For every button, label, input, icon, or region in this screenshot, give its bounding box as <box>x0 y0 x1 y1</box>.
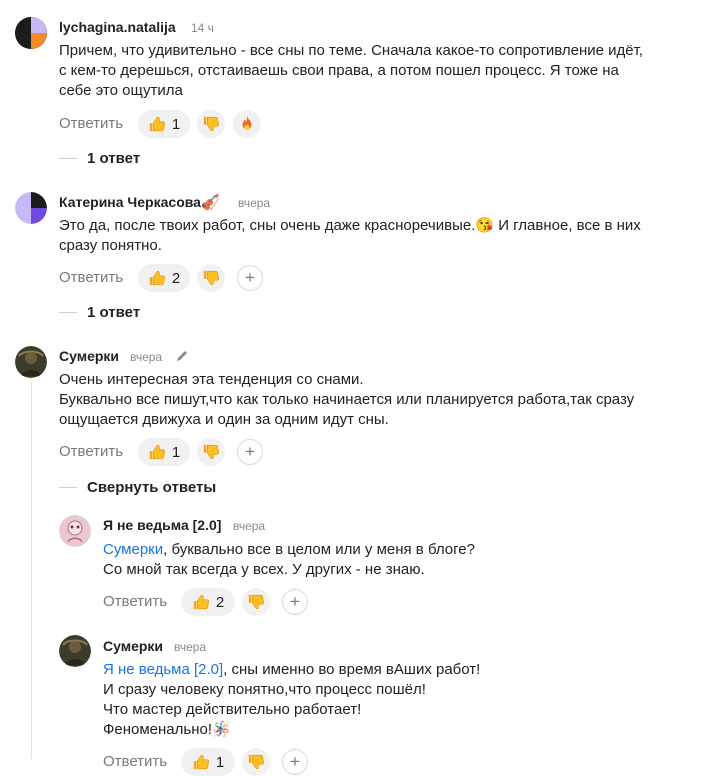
dislike-button[interactable] <box>242 748 270 776</box>
thumbs-up-icon <box>192 593 210 611</box>
thumbs-up-icon <box>148 269 166 287</box>
comment-time: 14 ч <box>191 21 214 35</box>
show-replies-button[interactable]: 1 ответ <box>87 304 140 321</box>
avatar-image <box>15 192 47 224</box>
comment-line: себе это ощутила <box>59 82 183 99</box>
dislike-button[interactable] <box>242 588 270 616</box>
thumbs-up-icon <box>192 753 210 771</box>
avatar[interactable] <box>59 515 91 547</box>
reply-line: Со мной так всегда у всех. У других - не… <box>103 561 425 578</box>
reply-button[interactable]: Ответить <box>59 269 123 286</box>
comment-line: Причем, что удивительно - все сны по тем… <box>59 42 643 59</box>
avatar-image <box>59 515 91 547</box>
thread-divider <box>59 487 77 488</box>
reply-line: Феноменально!🪅 <box>103 721 231 738</box>
dislike-button[interactable] <box>197 264 225 292</box>
reply-line: И сразу человеку понятно,что процесс пош… <box>103 681 426 698</box>
pencil-icon <box>177 351 187 361</box>
comment-text: Причем, что удивительно - все сны по тем… <box>59 41 709 101</box>
reply-time: вчера <box>174 640 207 654</box>
add-reaction-button[interactable]: + <box>237 439 263 465</box>
reply-text: Сумерки, буквально все в целом или у мен… <box>103 540 703 580</box>
reply-text: Я не ведьма [2.0], сны именно во время в… <box>103 660 703 740</box>
comment-author[interactable]: lychagina.natalija <box>59 19 176 35</box>
collapse-replies-button[interactable]: Свернуть ответы <box>87 479 216 496</box>
mention-link[interactable]: Сумерки <box>103 541 163 558</box>
like-button[interactable]: 1 <box>181 748 235 776</box>
comment-line: с кем-то дерешься, отстаиваешь свои прав… <box>59 62 619 79</box>
like-button[interactable]: 1 <box>138 438 190 466</box>
thumbs-down-icon <box>202 115 220 133</box>
mention-link[interactable]: Я не ведьма [2.0] <box>103 661 223 678</box>
reply-button[interactable]: Ответить <box>59 115 123 132</box>
comment-line: ощущается движуха и один за одним идут с… <box>59 411 389 428</box>
plus-icon: + <box>290 592 300 611</box>
reply-line-rest: , буквально все в целом или у меня в бло… <box>163 541 475 558</box>
add-reaction-button[interactable]: + <box>237 265 263 291</box>
comment-time: вчера <box>130 350 163 364</box>
reply-author[interactable]: Я не ведьма [2.0] <box>103 517 221 533</box>
reply-button[interactable]: Ответить <box>59 443 123 460</box>
like-count: 1 <box>171 115 181 133</box>
comment-author[interactable]: Катерина Черкасова🎻 <box>59 194 220 210</box>
comment-line: сразу понятно. <box>59 237 162 254</box>
reply-author[interactable]: Сумерки <box>103 638 163 654</box>
reply-button[interactable]: Ответить <box>103 753 167 770</box>
thumbs-up-icon <box>148 443 166 461</box>
comment-time: вчера <box>238 196 271 210</box>
add-reaction-button[interactable]: + <box>282 589 308 615</box>
comment-line: Это да, после твоих работ, сны очень даж… <box>59 217 641 234</box>
avatar[interactable] <box>59 635 91 667</box>
avatar-image <box>15 346 47 378</box>
violin-icon: 🎻 <box>200 194 220 211</box>
comment-line: Буквально все пишут,что как только начин… <box>59 391 635 408</box>
avatar[interactable] <box>15 17 47 49</box>
comment-text: Очень интересная эта тенденция со снами.… <box>59 370 709 430</box>
dislike-button[interactable] <box>197 438 225 466</box>
plus-icon: + <box>245 268 255 287</box>
fire-icon <box>238 115 256 133</box>
thumbs-down-icon <box>247 753 265 771</box>
thread-divider <box>59 158 77 159</box>
like-count: 2 <box>171 269 181 287</box>
thumbs-up-icon <box>148 115 166 133</box>
avatar-image <box>59 635 91 667</box>
comment-author[interactable]: Сумерки <box>59 348 119 364</box>
like-count: 1 <box>215 753 225 771</box>
thumbs-down-icon <box>247 593 265 611</box>
thread-divider <box>59 312 77 313</box>
avatar-image <box>15 17 47 49</box>
reply-line-rest: , сны именно во время вАших работ! <box>223 661 481 678</box>
avatar[interactable] <box>15 192 47 224</box>
reply-line: Что мастер действительно работает! <box>103 701 362 718</box>
like-count: 2 <box>215 593 225 611</box>
thumbs-down-icon <box>202 269 220 287</box>
reply-line: Я не ведьма [2.0], сны именно во время в… <box>103 660 703 680</box>
plus-icon: + <box>290 752 300 771</box>
reply-button[interactable]: Ответить <box>103 593 167 610</box>
thread-line <box>31 382 32 759</box>
comment-text: Это да, после твоих работ, сны очень даж… <box>59 216 709 256</box>
show-replies-button[interactable]: 1 ответ <box>87 150 140 167</box>
like-button[interactable]: 2 <box>138 264 190 292</box>
fire-reaction-button[interactable] <box>233 110 261 138</box>
comment-line: Очень интересная эта тенденция со снами. <box>59 371 364 388</box>
thumbs-down-icon <box>202 443 220 461</box>
dislike-button[interactable] <box>197 110 225 138</box>
like-button[interactable]: 1 <box>138 110 190 138</box>
reply-time: вчера <box>233 519 266 533</box>
reply-line: Сумерки, буквально все в целом или у мен… <box>103 540 703 560</box>
like-button[interactable]: 2 <box>181 588 235 616</box>
like-count: 1 <box>171 443 181 461</box>
avatar[interactable] <box>15 346 47 378</box>
add-reaction-button[interactable]: + <box>282 749 308 775</box>
plus-icon: + <box>245 442 255 461</box>
comment-author-name: Катерина Черкасова <box>59 194 201 210</box>
